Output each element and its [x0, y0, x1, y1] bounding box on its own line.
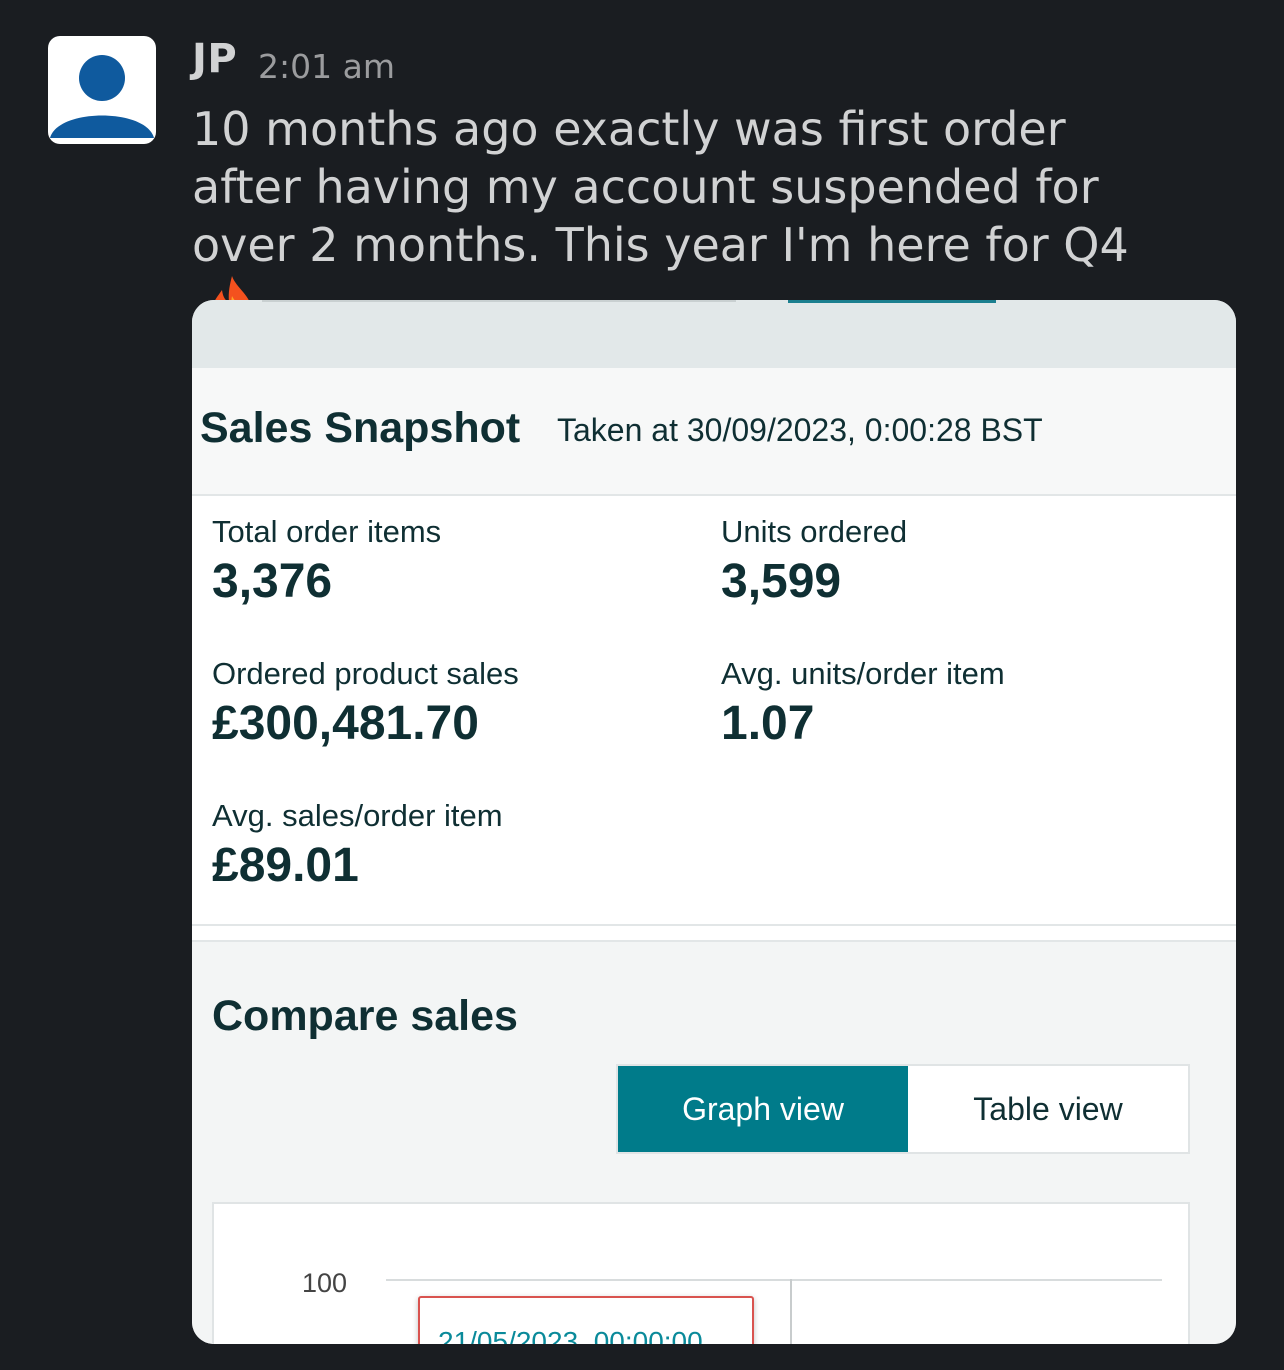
table-view-button[interactable]: Table view — [908, 1066, 1188, 1152]
snapshot-timestamp: Taken at 30/09/2023, 0:00:28 BST — [557, 412, 1043, 448]
hover-line — [790, 1279, 792, 1344]
compare-sales-section: Compare sales Graph view Table view 100 … — [192, 940, 1236, 1344]
ghost-input-edge — [262, 300, 736, 302]
sales-snapshot-header: Sales Snapshot Taken at 30/09/2023, 0:00… — [192, 382, 1236, 496]
metric-ordered-product-sales: Ordered product sales £300,481.70 — [212, 656, 519, 751]
metric-avg-sales-per-order-item: Avg. sales/order item £89.01 — [212, 798, 503, 893]
sales-screenshot-attachment[interactable]: Sales Snapshot Taken at 30/09/2023, 0:00… — [192, 300, 1236, 1344]
compare-sales-title: Compare sales — [212, 992, 518, 1040]
user-silhouette-icon — [50, 55, 154, 138]
metric-value: £300,481.70 — [212, 697, 479, 750]
avatar[interactable] — [48, 36, 156, 144]
ghost-button-edge — [788, 300, 996, 303]
metric-label: Avg. units/order item — [721, 656, 1005, 691]
y-axis-tick-label: 100 — [302, 1268, 348, 1298]
sender-name[interactable]: JP — [192, 36, 237, 82]
sales-snapshot-title: Sales Snapshot — [200, 404, 521, 452]
graph-view-button[interactable]: Graph view — [618, 1066, 908, 1152]
screenshot-top-bar — [192, 300, 1236, 368]
metric-label: Total order items — [212, 514, 442, 549]
metric-label: Units ordered — [721, 514, 908, 549]
metric-label: Avg. sales/order item — [212, 798, 503, 833]
sales-graph[interactable]: 100 21/05/2023, 00:00:00 — [212, 1202, 1190, 1344]
chat-message: JP 2:01 am 10 months ago exactly was fir… — [0, 0, 1284, 1370]
gridline — [386, 1279, 1162, 1281]
view-toggle: Graph view Table view — [616, 1064, 1190, 1154]
metric-total-order-items: Total order items 3,376 — [212, 514, 441, 609]
message-timestamp[interactable]: 2:01 am — [258, 47, 395, 86]
metric-value: 3,599 — [721, 555, 842, 608]
tooltip-date: 21/05/2023, 00:00:00 — [438, 1326, 703, 1344]
section-divider — [192, 924, 1236, 926]
message-body: 10 months ago exactly was first order af… — [192, 102, 1129, 272]
divider — [192, 368, 1236, 382]
metric-avg-units-per-order-item: Avg. units/order item 1.07 — [721, 656, 1005, 751]
graph-tooltip: 21/05/2023, 00:00:00 — [418, 1296, 754, 1344]
metric-value: 1.07 — [721, 697, 815, 750]
metric-value: 3,376 — [212, 555, 333, 608]
metric-units-ordered: Units ordered 3,599 — [721, 514, 907, 609]
metric-value: £89.01 — [212, 839, 359, 892]
metric-label: Ordered product sales — [212, 656, 519, 691]
